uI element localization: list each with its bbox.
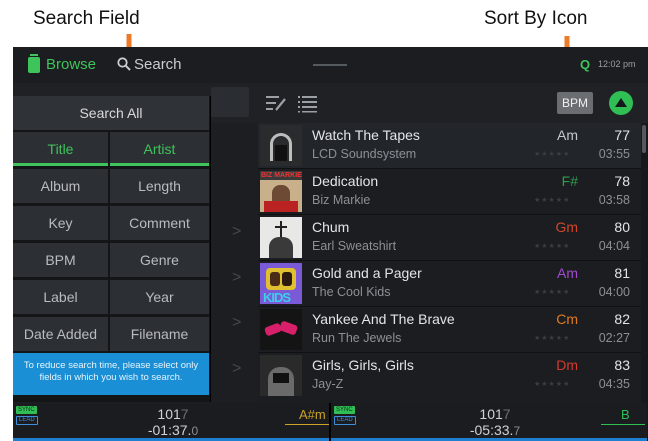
search-field-bpm[interactable]: BPM [13,243,108,277]
track-list[interactable]: Watch The Tapes LCD Soundsystem Am ★★★★★… [258,123,648,403]
track-length: 02:27 [598,331,630,345]
album-art [260,125,302,166]
track-artist: Biz Markie [312,193,371,207]
chevron-right-icon[interactable]: > [232,360,241,378]
search-hint: To reduce search time, please select onl… [13,353,209,395]
search-field-filename[interactable]: Filename [110,317,209,351]
search-field-album[interactable]: Album [13,169,108,203]
track-row[interactable]: Yankee And The Brave Run The Jewels Cm ★… [258,307,641,353]
deck-key-underline [285,424,329,425]
deck-time-remaining: -01:37.0 [147,422,199,438]
sort-by-icon-callout: Sort By Icon [484,8,588,29]
deck-bpm: 1017 [157,406,189,422]
deck-key-underline [601,424,645,425]
device-screen: Browse Search Q 12:02 pm BPM > > > > Sea… [13,47,648,441]
lead-badge: LEAD [334,416,356,425]
rating-stars-icon[interactable]: ★★★★★ [534,242,570,250]
track-bpm: 77 [614,127,630,143]
rating-stars-icon[interactable]: ★★★★★ [534,288,570,296]
search-field-callout: Search Field [33,8,140,29]
track-title: Chum [312,219,350,235]
chevron-right-icon[interactable]: > [232,314,241,332]
list-icon[interactable] [297,93,319,113]
track-title: Watch The Tapes [312,127,420,143]
search-field-label[interactable]: Label [13,280,108,314]
track-key: Am [557,265,578,281]
track-bpm: 78 [614,173,630,189]
track-key: F# [561,173,578,189]
track-artist: The Cool Kids [312,285,391,299]
browse-icon[interactable] [28,54,40,73]
clock: 12:02 pm [598,59,636,69]
track-row[interactable]: Chum Earl Sweatshirt Gm ★★★★★ 80 04:04 [258,215,641,261]
rating-stars-icon[interactable]: ★★★★★ [534,380,570,388]
deck-time-remaining: -05:33.7 [469,422,521,438]
search-field-date-added[interactable]: Date Added [13,317,108,351]
sort-by-button[interactable]: BPM [557,92,593,114]
chevron-right-icon[interactable]: > [232,223,241,241]
track-key: Gm [555,219,578,235]
track-title: Girls, Girls, Girls [312,357,414,373]
track-bpm: 81 [614,265,630,281]
track-key: Dm [556,357,578,373]
track-title: Dedication [312,173,379,189]
track-bpm: 82 [614,311,630,327]
search-field-comment[interactable]: Comment [110,206,209,240]
track-bpm: 80 [614,219,630,235]
scroll-up-icon[interactable] [609,91,633,115]
album-art: KIDS [260,263,302,304]
deck-bpm: 1017 [479,406,511,422]
search-field-title[interactable]: Title [13,132,108,166]
album-art [260,355,302,396]
track-title: Yankee And The Brave [312,311,455,327]
track-row[interactable]: Watch The Tapes LCD Soundsystem Am ★★★★★… [258,123,641,169]
quantize-indicator: Q [580,57,591,72]
scrollbar[interactable] [642,125,646,153]
track-length: 04:00 [598,285,630,299]
track-length: 03:55 [598,147,630,161]
top-bar: Browse Search Q 12:02 pm [13,47,648,83]
track-length: 04:04 [598,239,630,253]
rating-stars-icon[interactable]: ★★★★★ [534,196,570,204]
browse-tab-label[interactable]: Browse [46,56,96,73]
track-artist: Run The Jewels [312,331,402,345]
toolbar-field [211,87,249,117]
search-field-length[interactable]: Length [110,169,209,203]
chevron-right-icon[interactable]: > [232,269,241,287]
edit-list-icon[interactable] [265,93,287,113]
rating-stars-icon[interactable]: ★★★★★ [534,334,570,342]
sync-badge[interactable]: SYNC [334,406,355,414]
deck-left[interactable]: SYNC LEAD 1017 -01:37.0 A#m [13,403,329,441]
sync-badge[interactable]: SYNC [16,406,37,414]
track-artist: Earl Sweatshirt [312,239,397,253]
track-row[interactable]: KIDS Gold and a Pager The Cool Kids Am ★… [258,261,641,307]
track-artist: LCD Soundsystem [312,147,417,161]
track-length: 03:58 [598,193,630,207]
album-art [260,309,302,350]
track-key: Cm [556,311,578,327]
track-title: Gold and a Pager [312,265,422,281]
search-icon[interactable] [117,57,131,71]
search-input[interactable]: Search [134,56,182,73]
track-bpm: 83 [614,357,630,373]
track-artist: Jay-Z [312,377,344,391]
album-art [260,217,302,258]
track-key: Am [557,127,578,143]
drag-handle[interactable] [313,64,347,66]
rating-stars-icon[interactable]: ★★★★★ [534,150,570,158]
search-field-artist[interactable]: Artist [110,132,209,166]
deck-right[interactable]: SYNC LEAD 1017 -05:33.7 B [331,403,647,441]
track-length: 04:35 [598,377,630,391]
search-field-genre[interactable]: Genre [110,243,209,277]
deck-key: A#m [299,407,326,422]
search-fields-panel: Search All Title Artist Album Length Key… [13,96,211,402]
search-field-year[interactable]: Year [110,280,209,314]
album-art: BIZ MARKIE [260,171,302,212]
deck-key: B [621,407,630,422]
search-field-key[interactable]: Key [13,206,108,240]
track-row[interactable]: Girls, Girls, Girls Jay-Z Dm ★★★★★ 83 04… [258,353,641,403]
track-row[interactable]: BIZ MARKIE Dedication Biz Markie F# ★★★★… [258,169,641,215]
lead-badge: LEAD [16,416,38,425]
search-all-button[interactable]: Search All [13,96,209,130]
